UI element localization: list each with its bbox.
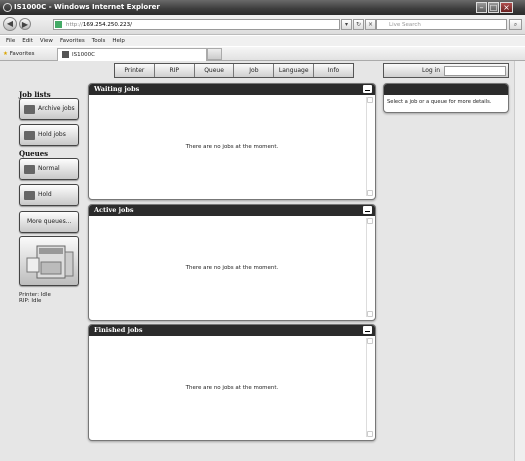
minimize-icon[interactable] (363, 206, 372, 214)
minimize-icon[interactable] (363, 326, 372, 334)
login-label: Log in (422, 67, 441, 74)
details-hint: Select a job or a queue for more details… (387, 99, 492, 105)
more-queues-button[interactable]: More queues... (19, 211, 79, 233)
address-scheme: http:// (66, 22, 83, 28)
nav-job[interactable]: Job (234, 64, 275, 77)
nav-rip[interactable]: RIP (155, 64, 195, 77)
active-jobs-scrollbar[interactable] (366, 218, 373, 317)
close-window-button[interactable]: × (500, 2, 513, 13)
hold-queue-button[interactable]: Hold (19, 184, 79, 206)
menu-view[interactable]: View (40, 38, 53, 44)
active-jobs-panel: Active jobs There are no jobs at the mom… (88, 204, 376, 321)
minimize-window-button[interactable]: – (476, 2, 487, 13)
rip-status: RIP: Idle (19, 298, 42, 304)
refresh-icon[interactable]: ↻ (353, 19, 364, 30)
back-icon[interactable]: ◀ (3, 17, 17, 31)
menu-tools[interactable]: Tools (92, 38, 106, 44)
active-jobs-empty: There are no jobs at the moment. (185, 265, 279, 271)
forward-icon[interactable]: ▶ (19, 18, 31, 30)
search-input[interactable]: Live Search (376, 19, 507, 30)
queue-icon (24, 165, 35, 174)
browser-tab[interactable]: IS1000C (57, 48, 207, 61)
stop-icon[interactable]: × (365, 19, 376, 30)
archive-jobs-label: Archive jobs (38, 105, 75, 112)
nav-language[interactable]: Language (274, 64, 315, 77)
login-area: Log in (383, 63, 509, 78)
ie-icon (3, 3, 12, 12)
favorites-button[interactable]: Favorites (10, 51, 35, 57)
minimize-icon[interactable] (363, 85, 372, 93)
tab-favicon (62, 51, 69, 58)
page-scrollbar[interactable] (514, 61, 525, 461)
hold-icon (24, 131, 35, 140)
waiting-jobs-panel: Waiting jobs There are no jobs at the mo… (88, 83, 376, 200)
star-icon[interactable]: ★ (3, 51, 8, 57)
page-icon (55, 21, 62, 28)
finished-jobs-panel: Finished jobs There are no jobs at the m… (88, 324, 376, 441)
address-host: 169.254.250.223/ (82, 22, 132, 28)
status-block: Printer: Idle RIP: Idle (19, 292, 51, 304)
normal-queue-button[interactable]: Normal (19, 158, 79, 180)
queues-heading: Queues (19, 149, 49, 158)
address-dropdown-button[interactable]: ▾ (341, 19, 352, 30)
waiting-jobs-empty: There are no jobs at the moment. (185, 144, 279, 150)
details-header (384, 84, 508, 95)
new-tab-button[interactable] (207, 48, 222, 60)
waiting-jobs-body: There are no jobs at the moment. (89, 95, 375, 199)
waiting-jobs-scrollbar[interactable] (366, 97, 373, 196)
archive-jobs-button[interactable]: Archive jobs (19, 98, 79, 120)
hold-jobs-label: Hold jobs (38, 131, 66, 138)
finished-jobs-title: Finished jobs (94, 326, 143, 334)
window-title: IS1000C - Windows Internet Explorer (0, 0, 525, 15)
finished-jobs-scrollbar[interactable] (366, 338, 373, 437)
waiting-jobs-title: Waiting jobs (94, 85, 140, 93)
active-jobs-title: Active jobs (94, 206, 134, 214)
nav-info[interactable]: Info (314, 64, 353, 77)
menu-help[interactable]: Help (112, 38, 125, 44)
menu-edit[interactable]: Edit (22, 38, 33, 44)
login-input[interactable] (444, 66, 506, 76)
hold-jobs-button[interactable]: Hold jobs (19, 124, 79, 146)
menu-file[interactable]: File (6, 38, 15, 44)
active-jobs-body: There are no jobs at the moment. (89, 216, 375, 320)
finished-jobs-body: There are no jobs at the moment. (89, 336, 375, 440)
details-panel: Select a job or a queue for more details… (383, 83, 509, 113)
hold-queue-label: Hold (38, 191, 52, 198)
waiting-jobs-header: Waiting jobs (89, 84, 375, 95)
menu-favorites[interactable]: Favorites (60, 38, 85, 44)
address-bar[interactable]: http://169.254.250.223/ (53, 19, 340, 30)
active-jobs-header: Active jobs (89, 205, 375, 216)
printer-button[interactable] (19, 236, 79, 286)
printer-icon (26, 245, 74, 279)
maximize-window-button[interactable]: □ (488, 2, 499, 13)
hold-icon (24, 191, 35, 200)
nav-printer[interactable]: Printer (115, 64, 155, 77)
finished-jobs-empty: There are no jobs at the moment. (185, 385, 279, 391)
finished-jobs-header: Finished jobs (89, 325, 375, 336)
nav-queue[interactable]: Queue (195, 64, 235, 77)
top-nav: Printer RIP Queue Job Language Info (114, 63, 354, 78)
archive-icon (24, 105, 35, 114)
search-icon[interactable]: ⌕ (509, 19, 522, 30)
menu-bar: File Edit View Favorites Tools Help (0, 36, 525, 46)
normal-queue-label: Normal (38, 165, 60, 172)
